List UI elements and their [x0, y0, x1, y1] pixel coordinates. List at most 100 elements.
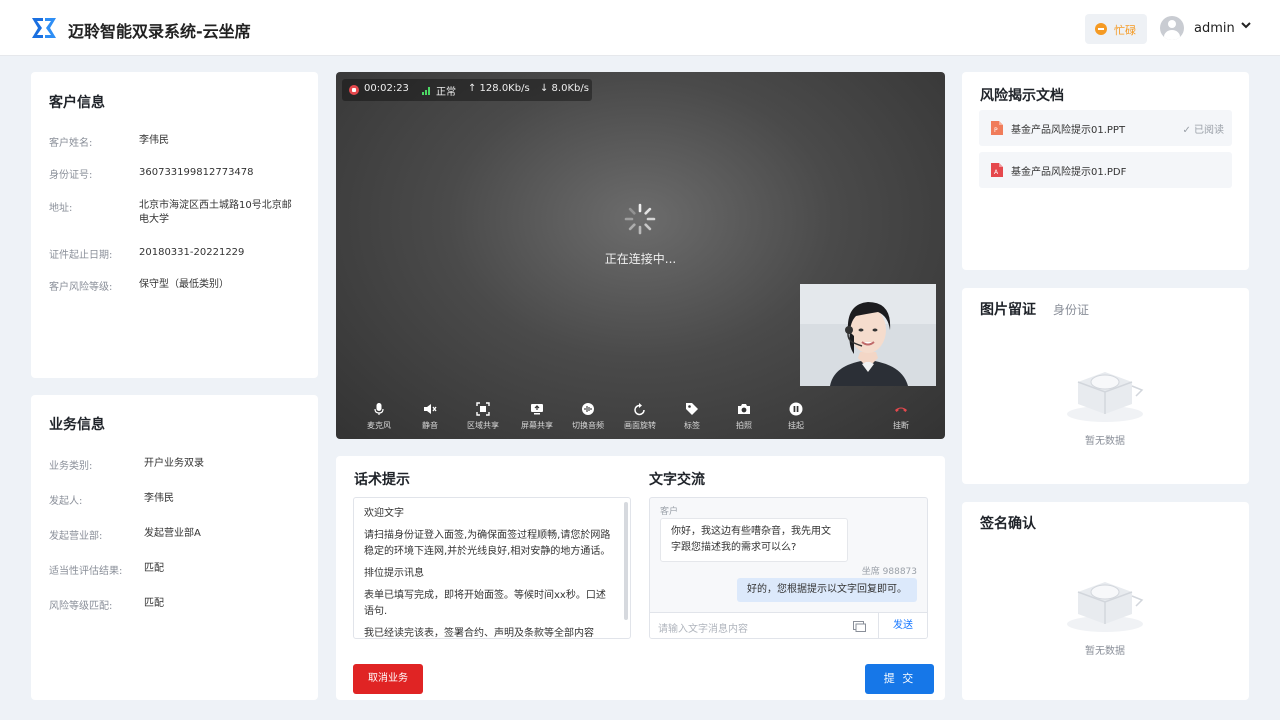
- download-rate: ↓ 8.0Kb/s: [540, 83, 589, 94]
- submit-button[interactable]: 提 交: [865, 664, 934, 694]
- field-label: 适当性评估结果:: [49, 566, 123, 577]
- customer-message: 你好，我这边有些嘈杂音，我先用文字跟您描述我的需求可以么?: [660, 518, 848, 562]
- document-item[interactable]: A 基金产品风险提示01.PDF: [979, 152, 1232, 188]
- svg-text:P: P: [994, 127, 998, 134]
- document-item[interactable]: P 基金产品风险提示01.PPT ✓ 已阅读: [979, 110, 1232, 146]
- video-controls: 麦克风 静音 区域共享 屏幕共享 切换音频 画面旋转 标签 拍照 挂起 挂断: [336, 398, 945, 439]
- region-share-icon: [476, 402, 490, 416]
- business-info-card: 业务信息 业务类别: 开户业务双录 发起人: 李伟民 发起营业部: 发起营业部A…: [31, 395, 318, 700]
- chat-input-bar: 请输入文字消息内容 发送: [650, 612, 927, 638]
- field-value: 李伟民: [139, 135, 169, 146]
- field-value: 开户业务双录: [144, 458, 204, 469]
- script-paragraph: 排位提示讯息: [364, 568, 424, 579]
- rotate-button[interactable]: 画面旋转: [615, 402, 665, 431]
- document-name: 基金产品风险提示01.PDF: [1011, 167, 1127, 178]
- signature-title: 签名确认: [980, 516, 1036, 532]
- empty-text: 暂无数据: [1085, 436, 1125, 447]
- tag-button[interactable]: 标签: [667, 402, 717, 431]
- chat-input[interactable]: 请输入文字消息内容: [658, 620, 748, 635]
- chat-title: 文字交流: [649, 472, 705, 488]
- control-label: 拍照: [736, 421, 752, 430]
- tab-id-card[interactable]: 身份证: [1053, 301, 1089, 318]
- script-title: 话术提示: [354, 472, 410, 488]
- screen-share-button[interactable]: 屏幕共享: [512, 402, 562, 431]
- control-label: 区域共享: [467, 421, 499, 430]
- top-bar: 迈聆智能双录系统-云坐席 忙碌 admin: [0, 0, 1280, 56]
- customer-info-card: 客户信息 客户姓名: 李伟民 身份证号: 360733199812773478 …: [31, 72, 318, 378]
- network-quality: 正常: [436, 87, 456, 98]
- hangup-button[interactable]: 挂断: [876, 402, 926, 431]
- field-value: 发起营业部A: [144, 528, 201, 539]
- user-name[interactable]: admin: [1194, 21, 1235, 36]
- read-status: ✓ 已阅读: [1182, 125, 1224, 136]
- field-label: 风险等级匹配:: [49, 601, 113, 612]
- ppt-file-icon: P: [991, 121, 1003, 135]
- field-value: 匹配: [144, 563, 164, 574]
- risk-docs-title: 风险揭示文档: [980, 88, 1064, 104]
- microphone-button[interactable]: 麦克风: [354, 402, 404, 431]
- chat-panel: 客户 你好，我这边有些嘈杂音，我先用文字跟您描述我的需求可以么? 坐席 9888…: [649, 497, 928, 639]
- field-label: 证件起止日期:: [49, 250, 113, 261]
- speaker-mute-icon: [424, 404, 437, 414]
- user-avatar[interactable]: [1160, 16, 1184, 40]
- customer-sender-label: 客户: [660, 507, 679, 517]
- field-label: 身份证号:: [49, 170, 93, 181]
- video-stats-bar: 00:02:23 正常 ↑ 128.0Kb/s ↓ 8.0Kb/s: [342, 79, 592, 101]
- empty-state: 暂无数据: [1055, 566, 1155, 657]
- script-paragraph: 欢迎文字: [364, 508, 404, 519]
- upload-rate: ↑ 128.0Kb/s: [468, 83, 530, 94]
- agent-message: 好的，您根据提示以文字回复即可。: [737, 578, 917, 602]
- pdf-file-icon: A: [991, 163, 1003, 177]
- busy-icon: [1095, 23, 1107, 35]
- control-label: 标签: [684, 421, 700, 430]
- chevron-down-icon[interactable]: [1240, 19, 1252, 31]
- signal-icon: [422, 87, 430, 95]
- connecting-status: 正在连接中...: [604, 252, 677, 266]
- pause-icon: [789, 402, 803, 416]
- empty-text: 暂无数据: [1085, 646, 1125, 657]
- call-timer: 00:02:23: [364, 83, 409, 94]
- audio-switch-button[interactable]: 切换音频: [563, 402, 613, 431]
- field-value: 匹配: [144, 598, 164, 609]
- signature-card: 签名确认 暂无数据: [962, 502, 1249, 700]
- snapshot-button[interactable]: 拍照: [719, 402, 769, 431]
- field-value: 20180331-20221229: [139, 247, 245, 258]
- script-scrollbar[interactable]: [624, 502, 628, 620]
- image-upload-icon[interactable]: [853, 621, 866, 632]
- field-value: 北京市海淀区西土城路10号北京邮电大学: [139, 200, 292, 225]
- loading-spinner-icon: [624, 203, 656, 235]
- business-info-title: 业务信息: [49, 417, 105, 433]
- script-paragraph: 请扫描身份证登入面签,为确保面签过程顺畅,请您於网路稳定的环境下连网,并於光线良…: [364, 530, 611, 557]
- hangup-icon: [895, 407, 907, 412]
- control-label: 麦克风: [367, 421, 391, 430]
- field-value: 360733199812773478: [139, 167, 254, 178]
- record-icon: [349, 85, 359, 95]
- tag-icon: [686, 403, 698, 415]
- field-label: 发起营业部:: [49, 531, 103, 542]
- control-label: 静音: [422, 421, 438, 430]
- field-label: 客户姓名:: [49, 138, 93, 149]
- field-label: 业务类别:: [49, 461, 93, 472]
- empty-box-icon: [1067, 372, 1144, 422]
- customer-info-title: 客户信息: [49, 95, 105, 111]
- script-panel[interactable]: 欢迎文字 请扫描身份证登入面签,为确保面签过程顺畅,请您於网路稳定的环境下连网,…: [353, 497, 631, 639]
- busy-status-button[interactable]: 忙碌: [1085, 14, 1147, 44]
- mute-button[interactable]: 静音: [405, 402, 455, 431]
- field-label: 发起人:: [49, 496, 83, 507]
- empty-box-icon: [1067, 582, 1144, 632]
- control-label: 屏幕共享: [521, 421, 553, 430]
- region-share-button[interactable]: 区域共享: [458, 402, 508, 431]
- photo-retention-card: 图片留证 身份证 暂无数据: [962, 288, 1249, 484]
- video-panel: 00:02:23 正常 ↑ 128.0Kb/s ↓ 8.0Kb/s 正在连接中.…: [336, 72, 945, 439]
- rotate-icon: [634, 403, 645, 416]
- agent-video-thumbnail[interactable]: [800, 284, 936, 386]
- microphone-icon: [374, 403, 384, 415]
- cancel-business-button[interactable]: 取消业务: [353, 664, 423, 694]
- field-label: 地址:: [49, 203, 73, 214]
- script-paragraph: 我已经读完该表，签署合约、声明及条款等全部内容: [364, 628, 594, 639]
- suspend-button[interactable]: 挂起: [771, 402, 821, 431]
- script-paragraph: 表单已填写完成，即将开始面签。等候时间xx秒。口述语句.: [364, 590, 606, 617]
- screen-share-icon: [531, 404, 543, 415]
- send-button[interactable]: 发送: [878, 613, 927, 638]
- photo-retention-title: 图片留证: [980, 302, 1036, 318]
